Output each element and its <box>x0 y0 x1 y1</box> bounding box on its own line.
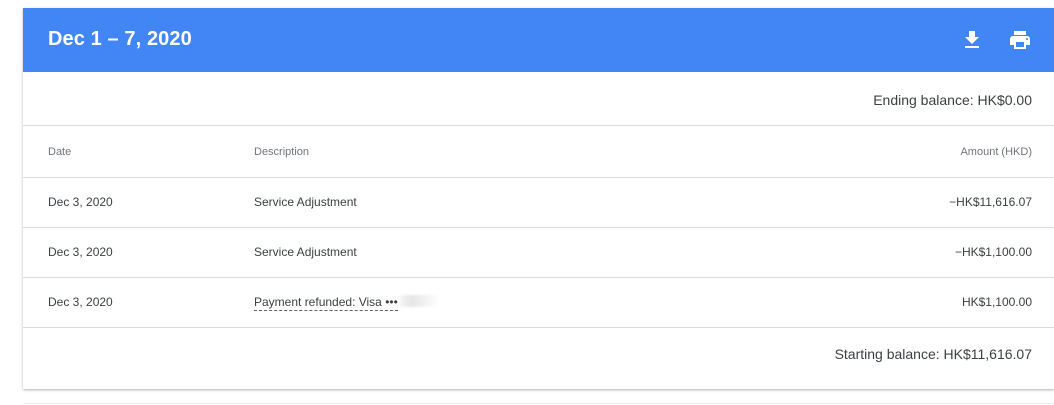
ending-balance-row: Ending balance: HK$0.00 <box>23 72 1054 126</box>
column-description-header: Description <box>254 146 310 158</box>
download-icon[interactable] <box>960 28 984 52</box>
table-row: Dec 3, 2020 Payment refunded: Visa ••• H… <box>23 278 1054 328</box>
column-date-header: Date <box>48 146 72 158</box>
row-date: Dec 3, 2020 <box>48 245 113 259</box>
table-header: Date Description Amount (HKD) <box>23 126 1054 178</box>
table-row: Dec 3, 2020 Service Adjustment −HK$1,100… <box>23 228 1054 278</box>
row-description-cell: Payment refunded: Visa ••• <box>254 295 440 311</box>
starting-balance: Starting balance: HK$11,616.07 <box>834 346 1032 362</box>
print-icon[interactable] <box>1008 28 1032 52</box>
table-row: Dec 3, 2020 Service Adjustment −HK$11,61… <box>23 178 1054 228</box>
statement-header: Dec 1 – 7, 2020 <box>23 8 1054 72</box>
row-amount: HK$1,100.00 <box>961 295 1032 309</box>
row-date: Dec 3, 2020 <box>48 295 113 309</box>
row-amount: −HK$11,616.07 <box>949 195 1032 209</box>
payment-refund-link[interactable]: Payment refunded: Visa ••• <box>254 295 398 311</box>
starting-balance-row: Starting balance: HK$11,616.07 <box>23 328 1054 389</box>
row-description: Service Adjustment <box>254 245 357 259</box>
divider <box>23 403 1054 404</box>
statement-card: Dec 1 – 7, 2020 Ending balance: HK$0.00 … <box>23 8 1054 389</box>
column-amount-header: Amount (HKD) <box>960 146 1032 158</box>
row-description: Service Adjustment <box>254 195 357 209</box>
row-amount: −HK$1,100.00 <box>954 245 1032 259</box>
date-range-title: Dec 1 – 7, 2020 <box>48 28 192 50</box>
ending-balance: Ending balance: HK$0.00 <box>873 92 1032 108</box>
redacted-card-number <box>399 295 440 307</box>
row-date: Dec 3, 2020 <box>48 195 113 209</box>
